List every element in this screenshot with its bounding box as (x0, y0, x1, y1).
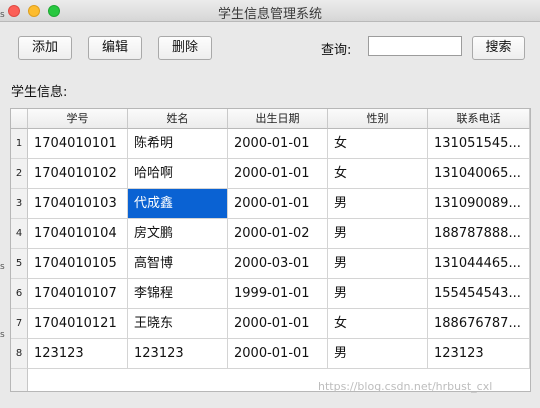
column-header[interactable]: 联系电话 (428, 109, 530, 129)
table-cell[interactable]: 123123 (428, 339, 530, 369)
table-cell[interactable]: 女 (328, 159, 428, 189)
table-cell[interactable]: 男 (328, 249, 428, 279)
header-corner (11, 109, 28, 129)
table-cell[interactable]: 188676787... (428, 309, 530, 339)
table-cell[interactable]: 2000-01-01 (228, 189, 328, 219)
table-cell[interactable]: 1704010102 (28, 159, 128, 189)
search-input[interactable] (368, 36, 462, 56)
delete-button[interactable]: 删除 (158, 36, 212, 60)
row-number[interactable]: 2 (11, 159, 28, 189)
table-cell[interactable]: 男 (328, 219, 428, 249)
column-header[interactable]: 学号 (28, 109, 128, 129)
table-cell[interactable]: 男 (328, 339, 428, 369)
edge-fragment: s (0, 10, 5, 20)
row-number[interactable]: 8 (11, 339, 28, 369)
edit-button[interactable]: 编辑 (88, 36, 142, 60)
table-cell[interactable]: 1704010121 (28, 309, 128, 339)
table-header: 学号 姓名 出生日期 性别 联系电话 (11, 109, 530, 129)
table-cell[interactable]: 188787888... (428, 219, 530, 249)
table-cell[interactable]: 李锦程 (128, 279, 228, 309)
table-cell[interactable]: 131090089... (428, 189, 530, 219)
table-cell[interactable]: 1704010105 (28, 249, 128, 279)
table-cell[interactable]: 女 (328, 129, 428, 159)
window-title: 学生信息管理系统 (217, 7, 322, 22)
row-number[interactable]: 3 (11, 189, 28, 219)
table-cell[interactable]: 2000-01-01 (228, 129, 328, 159)
section-label: 学生信息: (11, 85, 68, 100)
table-cell[interactable]: 男 (328, 189, 428, 219)
edge-fragment: s (0, 262, 5, 272)
table-cell[interactable]: 房文鹏 (128, 219, 228, 249)
table-cell[interactable]: 陈希明 (128, 129, 228, 159)
row-number[interactable]: 1 (11, 129, 28, 159)
row-number[interactable]: 4 (11, 219, 28, 249)
table-cell[interactable]: 女 (328, 309, 428, 339)
title-bar: 学生信息管理系统 (0, 0, 540, 22)
table-cell[interactable]: 123123 (28, 339, 128, 369)
table-cell[interactable]: 1704010107 (28, 279, 128, 309)
search-button[interactable]: 搜索 (472, 36, 525, 60)
table-cell[interactable]: 131040065... (428, 159, 530, 189)
student-table[interactable]: 学号 姓名 出生日期 性别 联系电话 1 1704010101 陈希明 2000-01-01 女… (10, 108, 531, 392)
table-cell[interactable]: 123123 (128, 339, 228, 369)
table-cell[interactable]: 王晓东 (128, 309, 228, 339)
row-number[interactable]: 6 (11, 279, 28, 309)
add-button[interactable]: 添加 (18, 36, 72, 60)
row-number[interactable]: 5 (11, 249, 28, 279)
table-cell[interactable]: 1704010103 (28, 189, 128, 219)
table-cell[interactable]: 155454543... (428, 279, 530, 309)
table-cell[interactable]: 高智博 (128, 249, 228, 279)
table-cell[interactable]: 男 (328, 279, 428, 309)
table-cell[interactable]: 2000-01-01 (228, 159, 328, 189)
edge-fragment: s (0, 330, 5, 340)
watermark: https://blog.csdn.net/hrbust_cxl (318, 380, 493, 393)
table-cell[interactable]: 哈哈啊 (128, 159, 228, 189)
column-header[interactable]: 姓名 (128, 109, 228, 129)
table-cell[interactable]: 2000-01-02 (228, 219, 328, 249)
table-cell[interactable]: 1704010104 (28, 219, 128, 249)
column-header[interactable]: 性别 (328, 109, 428, 129)
table-cell[interactable]: 2000-03-01 (228, 249, 328, 279)
table-cell[interactable]: 1704010101 (28, 129, 128, 159)
column-header[interactable]: 出生日期 (228, 109, 328, 129)
query-label: 查询: (321, 43, 352, 58)
table-cell[interactable]: 2000-01-01 (228, 339, 328, 369)
table-cell[interactable]: 2000-01-01 (228, 309, 328, 339)
row-header-filler (11, 369, 28, 391)
row-number[interactable]: 7 (11, 309, 28, 339)
table-cell[interactable]: 131051545... (428, 129, 530, 159)
table-cell[interactable]: 131044465... (428, 249, 530, 279)
table-cell[interactable]: 1999-01-01 (228, 279, 328, 309)
table-cell[interactable]: 代成鑫 (128, 189, 228, 219)
